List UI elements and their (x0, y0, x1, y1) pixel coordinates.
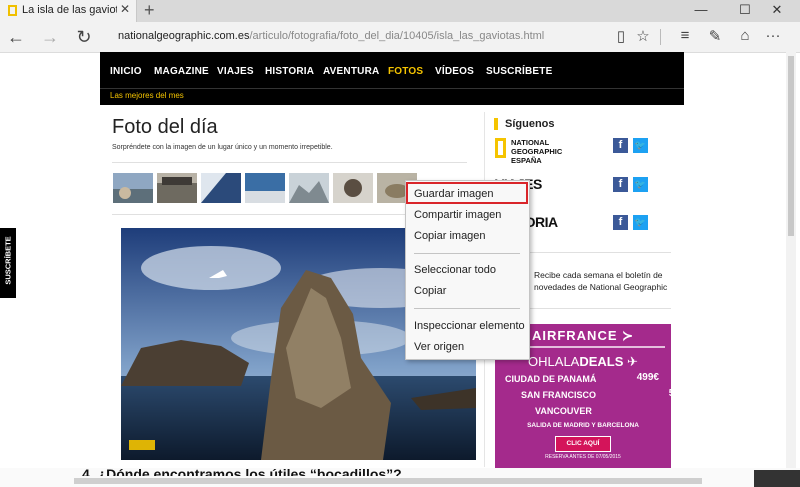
menu-item-copy-image[interactable]: Copiar imagen (414, 230, 486, 242)
divider (112, 162, 467, 163)
nav-videos[interactable]: VÍDEOS (435, 66, 474, 77)
window-close-icon[interactable]: ✕ (762, 2, 792, 18)
vertical-scroll-thumb[interactable] (788, 56, 794, 236)
nav-magazine[interactable]: MAGAZINE (154, 66, 209, 77)
twitter-icon[interactable]: 🐦 (633, 177, 648, 192)
facebook-icon[interactable]: f (613, 138, 628, 153)
nav-viajes[interactable]: VIAJES (217, 66, 254, 77)
reading-view-icon[interactable]: ▯ (610, 27, 632, 45)
menu-separator (414, 253, 520, 254)
ad-route-city: CIUDAD DE PANAMÁ (505, 374, 597, 384)
refresh-icon[interactable]: ↻ (72, 26, 96, 48)
section-marker (494, 118, 498, 130)
ad-route-price: 558€ (668, 388, 691, 399)
gallery-thumbnail[interactable] (245, 173, 285, 203)
back-icon[interactable]: ← (4, 26, 28, 48)
web-note-icon[interactable]: ✎ (704, 27, 726, 45)
side-tab-label: SUSCRÍBETE (3, 236, 13, 285)
menu-item-copy[interactable]: Copiar (414, 285, 446, 297)
page-title: Foto del día (112, 116, 218, 138)
natgeo-espana-logo[interactable]: NATIONAL GEOGRAPHIC ESPAÑA (495, 138, 563, 166)
twitter-icon[interactable]: 🐦 (633, 138, 648, 153)
browser-tab[interactable]: La isla de las gaviotas · N ✕ (0, 0, 137, 22)
natgeo-wordmark: NATIONAL GEOGRAPHIC ESPAÑA (511, 138, 563, 165)
ad-deals-word: DEALS (579, 354, 624, 369)
nav-historia[interactable]: HISTORIA (265, 66, 314, 77)
hub-icon[interactable]: ≡ (674, 27, 696, 44)
context-menu: Guardar imagen Compartir imagen Copiar i… (405, 180, 530, 360)
gallery-thumbnail[interactable] (201, 173, 241, 203)
minimize-icon[interactable]: — (686, 2, 716, 17)
next-section-heading: 4. ¿Dónde encontramos los útiles “bocadi… (82, 466, 402, 476)
newsletter-text: Recibe cada semana el boletín de novedad… (534, 270, 668, 292)
horizontal-scroll-thumb[interactable] (74, 478, 702, 484)
page-subtitle: Sorpréndete con la imagen de un lugar ún… (112, 144, 333, 151)
follow-us-heading: Síguenos (505, 118, 555, 130)
ad-route-city: VANCOUVER (535, 406, 592, 416)
ad-cta-button[interactable]: CLIC AQUÍ (555, 436, 611, 452)
facebook-icon[interactable]: f (613, 215, 628, 230)
nav-fotos[interactable]: FOTOS (388, 66, 423, 77)
menu-item-view-source[interactable]: Ver origen (414, 341, 464, 353)
natgeo-frame-icon (495, 138, 506, 158)
menu-separator (414, 308, 520, 309)
gallery-thumbnail[interactable] (289, 173, 329, 203)
gallery-thumbnail[interactable] (113, 173, 153, 203)
ad-departure: SALIDA DE MADRID Y BARCELONA (527, 422, 639, 429)
ad-deals-prefix: OHLALA (528, 354, 580, 369)
tab-bar: La isla de las gaviotas · N ✕ + — ☐ ✕ (0, 0, 800, 22)
menu-item-share-image[interactable]: Compartir imagen (414, 209, 501, 221)
twitter-icon[interactable]: 🐦 (633, 215, 648, 230)
site-favicon-icon (8, 5, 17, 16)
tab-close-icon[interactable]: ✕ (120, 2, 130, 16)
corner-block (754, 470, 800, 487)
share-icon[interactable]: ⌂ (734, 27, 756, 44)
highlight-box (406, 182, 528, 204)
menu-item-select-all[interactable]: Seleccionar todo (414, 264, 496, 276)
ad-route-price: 499€ (636, 372, 659, 383)
gallery-thumbnail[interactable] (333, 173, 373, 203)
more-icon[interactable]: ··· (762, 27, 784, 44)
new-tab-icon[interactable]: + (144, 0, 155, 21)
nav-aventura[interactable]: AVENTURA (323, 66, 379, 77)
forward-icon[interactable]: → (38, 26, 62, 48)
tab-title: La isla de las gaviotas · N (22, 4, 117, 16)
subnav-bar: Las mejores del mes (100, 88, 684, 105)
url-host: nationalgeographic.com.es (118, 30, 250, 42)
favorite-star-icon[interactable]: ☆ (632, 27, 654, 45)
maximize-icon[interactable]: ☐ (730, 2, 760, 18)
url-path: /articulo/fotografia/foto_del_dia/10405/… (249, 30, 545, 42)
ad-logo-text: AIRFRANCE (531, 328, 618, 343)
ad-route-price: 577€ (696, 404, 719, 415)
ad-route-city: SAN FRANCISCO (521, 390, 597, 400)
toolbar-divider (660, 29, 661, 45)
menu-item-inspect-element[interactable]: Inspeccionar elemento (414, 320, 525, 332)
gallery-thumbnail[interactable] (157, 173, 197, 203)
ad-route: VANCOUVER 577€ (535, 404, 719, 416)
airfrance-seahorse-icon: ≻ (622, 328, 635, 343)
nav-suscribete[interactable]: SUSCRÍBETE (486, 66, 552, 77)
facebook-icon[interactable]: f (613, 177, 628, 192)
url-field[interactable]: nationalgeographic.com.es/articulo/fotog… (118, 30, 544, 42)
ad-small-print: RESERVA ANTES DE 07/05/2015 (545, 454, 621, 460)
subnav-link[interactable]: Las mejores del mes (110, 91, 184, 100)
subscribe-side-tab[interactable]: SUSCRÍBETE (0, 228, 16, 298)
plane-icon: ✈ (627, 354, 638, 369)
nav-inicio[interactable]: INICIO (110, 66, 142, 77)
ad-route: CIUDAD DE PANAMÁ 499€ (505, 372, 665, 384)
ad-route: SAN FRANCISCO 558€ (521, 388, 691, 400)
address-bar: ← → ↻ nationalgeographic.com.es/articulo… (0, 22, 800, 53)
site-navigation: INICIO MAGAZINE VIAJES HISTORIA AVENTURA… (100, 52, 684, 92)
